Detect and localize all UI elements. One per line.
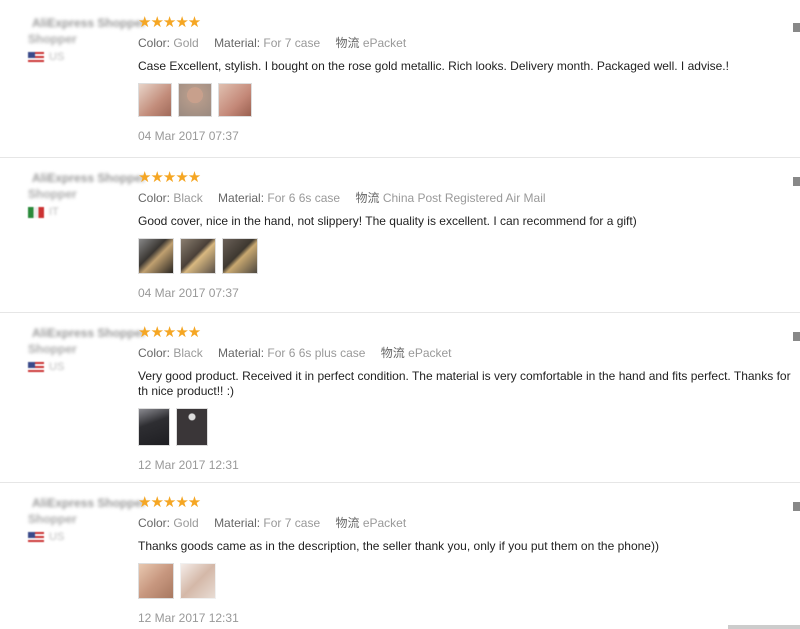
review-meta: Color: Black Material: For 6 6s plus cas… (138, 345, 800, 361)
reviewer-info: AliExpress Shopper Shopper US (28, 15, 146, 64)
review-text: Case Excellent, stylish. I bought on the… (138, 59, 729, 73)
review-photo-thumbnail[interactable] (138, 83, 172, 117)
review-date: 04 Mar 2017 07:37 (138, 286, 239, 300)
star-rating: ★★★★★ (138, 14, 201, 31)
review-meta: Color: Gold Material: For 7 case 物流 ePac… (138, 515, 800, 531)
shipping-value: China Post Registered Air Mail (382, 191, 546, 205)
material-label: Material: (214, 516, 261, 530)
review-item: AliExpress Shopper Shopper US ★★★★★ Colo… (0, 483, 800, 629)
reviewer-country: US (49, 531, 65, 543)
star-rating: ★★★★★ (138, 494, 201, 511)
review-photo-thumbnail[interactable] (138, 563, 174, 599)
reviewer-name-line2: Shopper (28, 342, 77, 356)
review-photo-thumbnail[interactable] (218, 83, 252, 117)
reviewer-name: AliExpress Shopper (32, 326, 147, 340)
us-flag-icon (28, 361, 44, 373)
review-photos (138, 408, 800, 446)
review-photo-thumbnail[interactable] (138, 408, 170, 446)
color-label: Color: (138, 346, 171, 360)
scroll-marker (793, 332, 800, 341)
reviewer-country: IT (49, 206, 59, 218)
scroll-marker (793, 23, 800, 32)
review-photo-thumbnail[interactable] (176, 408, 208, 446)
shipping-label: 物流 (335, 516, 360, 530)
review-date: 12 Mar 2017 12:31 (138, 611, 239, 625)
color-value: Black (173, 346, 203, 360)
star-rating: ★★★★★ (138, 169, 201, 186)
scroll-marker (793, 502, 800, 511)
review-item: AliExpress Shopper Shopper US ★★★★★ Colo… (0, 0, 800, 158)
shipping-value: ePacket (408, 346, 452, 360)
review-text: Good cover, nice in the hand, not slippe… (138, 214, 637, 228)
color-label: Color: (138, 191, 171, 205)
review-date: 04 Mar 2017 07:37 (138, 129, 239, 143)
review-photo-thumbnail[interactable] (178, 83, 212, 117)
review-item: AliExpress Shopper Shopper IT ★★★★★ Colo… (0, 158, 800, 313)
shipping-label: 物流 (335, 36, 360, 50)
color-label: Color: (138, 516, 171, 530)
review-photo-thumbnail[interactable] (180, 563, 216, 599)
shipping-label: 物流 (380, 346, 405, 360)
review-photos (138, 83, 800, 117)
review-photo-thumbnail[interactable] (138, 238, 174, 274)
material-value: For 6 6s plus case (267, 346, 366, 360)
shipping-value: ePacket (362, 36, 407, 50)
material-value: For 7 case (263, 516, 321, 530)
reviewer-info: AliExpress Shopper Shopper US (28, 325, 146, 374)
us-flag-icon (28, 51, 44, 63)
review-date: 12 Mar 2017 12:31 (138, 458, 239, 472)
review-meta: Color: Gold Material: For 7 case 物流 ePac… (138, 35, 800, 51)
reviewer-name: AliExpress Shopper (32, 171, 147, 185)
it-flag-icon (28, 206, 44, 218)
reviewer-info: AliExpress Shopper Shopper US (28, 495, 146, 544)
review-text: Thanks goods came as in the description,… (138, 539, 659, 553)
review-photo-thumbnail[interactable] (222, 238, 258, 274)
material-label: Material: (218, 191, 265, 205)
horizontal-scrollbar[interactable] (728, 625, 800, 629)
reviewer-info: AliExpress Shopper Shopper IT (28, 170, 146, 219)
star-rating: ★★★★★ (138, 324, 201, 341)
color-value: Gold (173, 36, 199, 50)
color-value: Black (173, 191, 203, 205)
color-label: Color: (138, 36, 171, 50)
reviewer-name-line2: Shopper (28, 32, 77, 46)
material-value: For 7 case (263, 36, 321, 50)
scroll-marker (793, 177, 800, 186)
reviewer-country: US (49, 361, 65, 373)
shipping-value: ePacket (362, 516, 407, 530)
review-photos (138, 238, 800, 274)
material-label: Material: (218, 346, 265, 360)
color-value: Gold (173, 516, 199, 530)
reviewer-name: AliExpress Shopper (32, 16, 147, 30)
reviewer-name-line2: Shopper (28, 512, 77, 526)
reviewer-name: AliExpress Shopper (32, 496, 147, 510)
reviewer-name-line2: Shopper (28, 187, 77, 201)
review-photos (138, 563, 800, 599)
material-label: Material: (214, 36, 261, 50)
review-item: AliExpress Shopper Shopper US ★★★★★ Colo… (0, 313, 800, 483)
reviewer-country: US (49, 51, 65, 63)
material-value: For 6 6s case (267, 191, 341, 205)
review-meta: Color: Black Material: For 6 6s case 物流 … (138, 190, 800, 206)
review-photo-thumbnail[interactable] (180, 238, 216, 274)
review-text: Very good product. Received it in perfec… (138, 369, 791, 398)
shipping-label: 物流 (355, 191, 380, 205)
us-flag-icon (28, 531, 44, 543)
